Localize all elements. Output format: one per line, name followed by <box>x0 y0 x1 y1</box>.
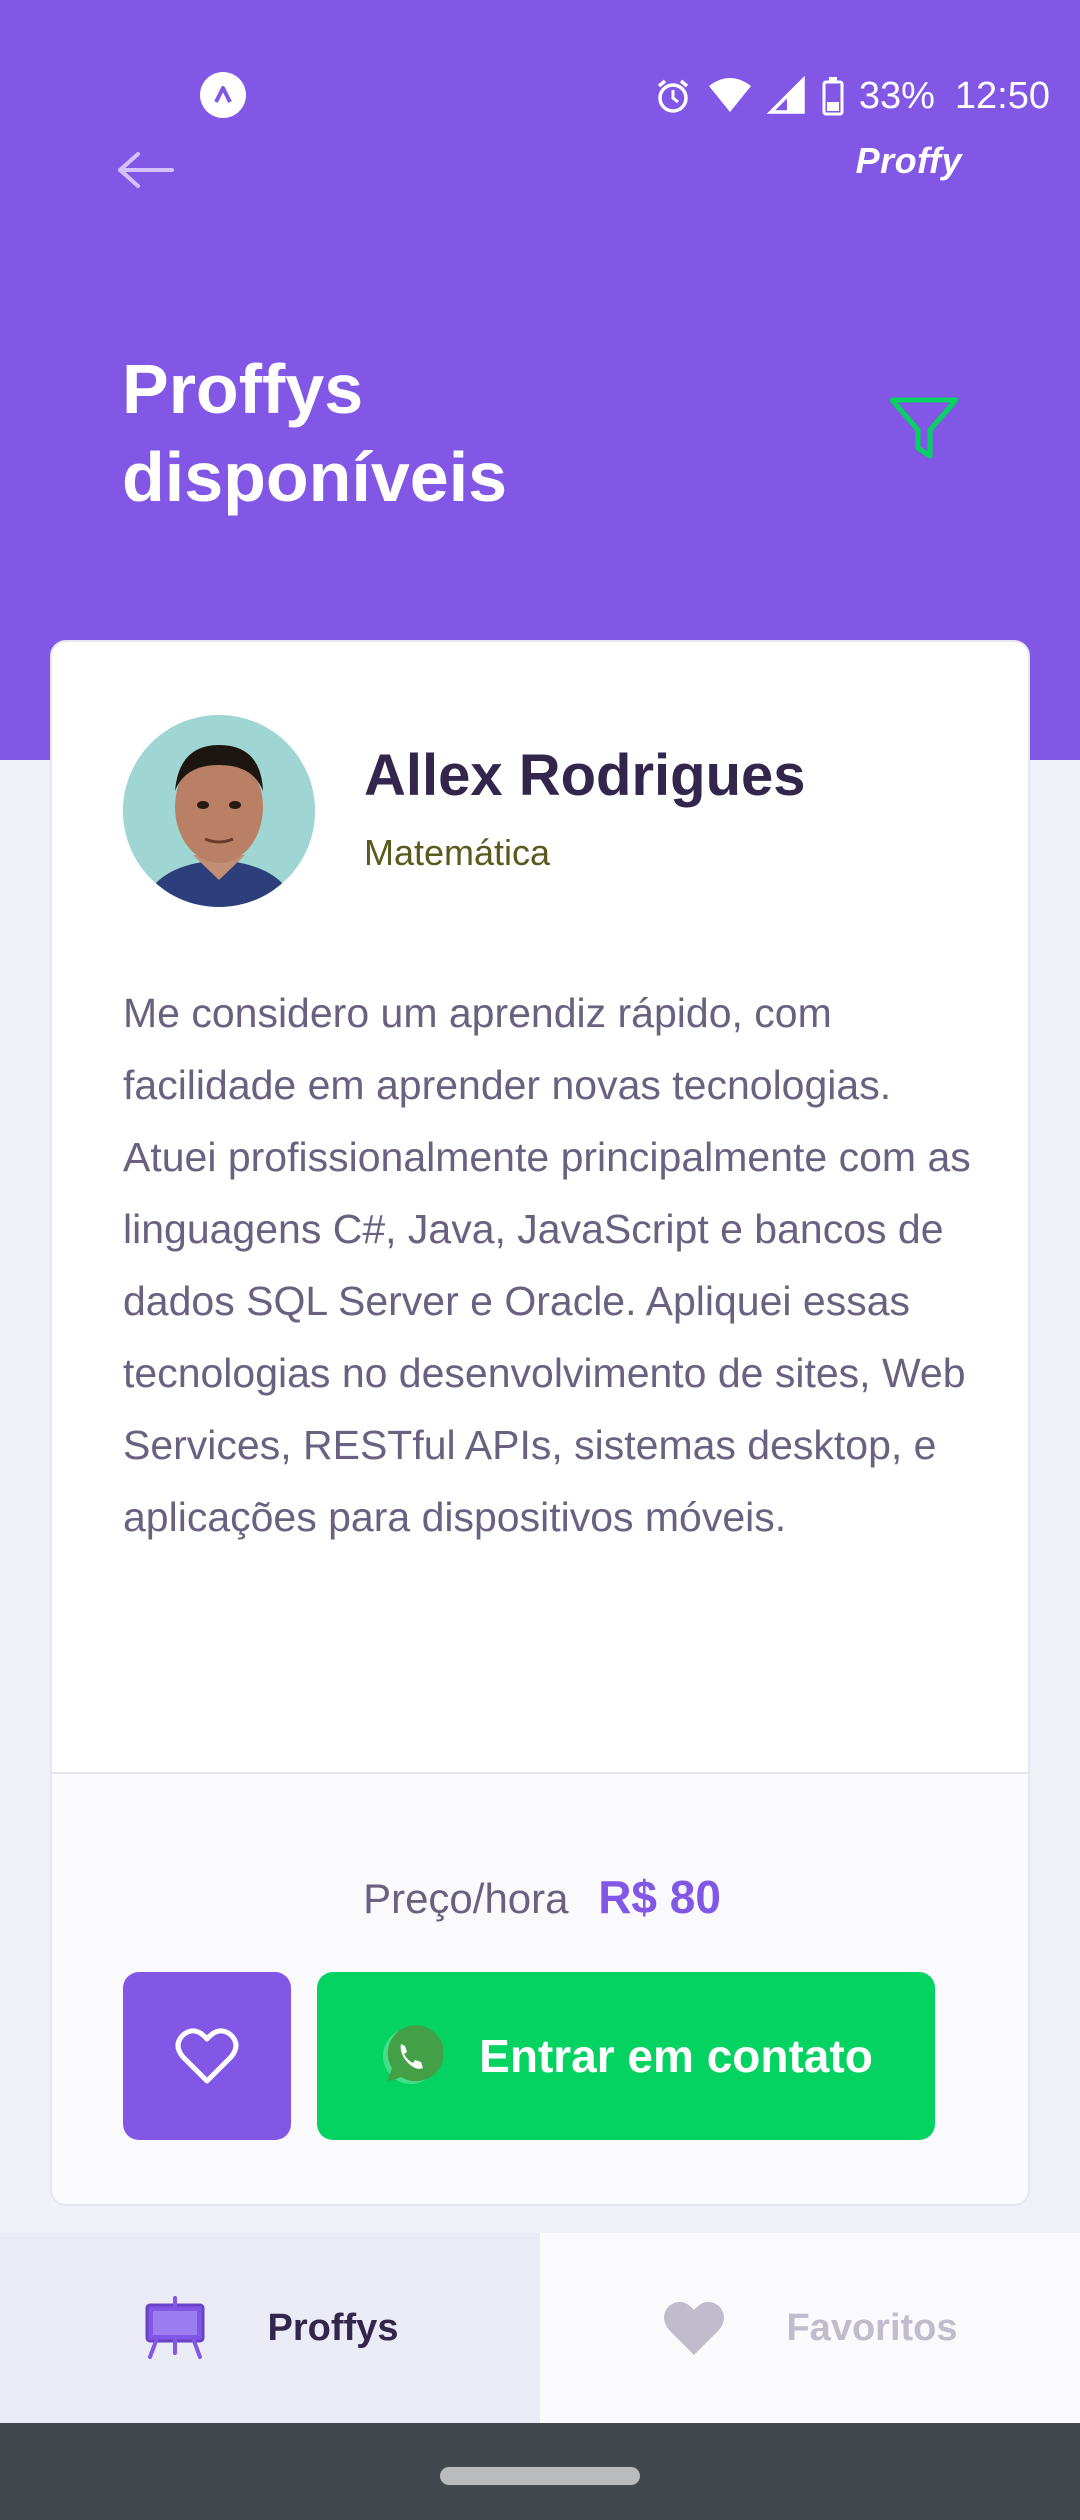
filter-button[interactable] <box>884 390 964 466</box>
favorite-button[interactable] <box>123 1972 291 2140</box>
whatsapp-icon <box>383 2025 444 2084</box>
system-nav-bar <box>0 2423 1080 2520</box>
heart-icon <box>664 2301 725 2355</box>
contact-button[interactable]: Entrar em contato <box>317 1972 935 2140</box>
clock: 12:50 <box>954 74 1050 117</box>
price-label: Preço/hora <box>363 1875 569 1922</box>
bottom-tab-bar: Proffys Favoritos <box>0 2233 1080 2423</box>
arrow-left-icon <box>118 152 174 188</box>
wifi-icon <box>708 78 751 112</box>
card-footer: Preço/hora R$ 80 Entrar em contato <box>52 1772 1028 2204</box>
tab-proffys[interactable]: Proffys <box>0 2233 540 2423</box>
tab-favoritos-label: Favoritos <box>786 2306 958 2349</box>
price-row: Preço/hora R$ 80 <box>52 1870 1028 1924</box>
back-button[interactable] <box>112 145 180 195</box>
alarm-icon <box>657 79 688 113</box>
page-title: Proffys disponíveis <box>122 350 508 516</box>
teacher-bio: Me considero um aprendiz rápido, com fac… <box>123 990 971 1540</box>
app-notification-icon <box>200 72 246 118</box>
tab-proffys-label: Proffys <box>267 2306 399 2349</box>
battery-percent: 33% <box>858 74 935 117</box>
teacher-card: Allex Rodrigues Matemática Me considero … <box>50 640 1030 2206</box>
heart-outline-icon <box>175 2028 239 2084</box>
filter-icon <box>889 397 959 459</box>
signal-icon <box>766 76 805 114</box>
status-bar: 33% 12:50 <box>0 0 1080 120</box>
brand-logo: Proffy <box>855 140 962 181</box>
teacher-name: Allex Rodrigues <box>364 743 806 808</box>
battery-icon <box>822 77 844 116</box>
easel-icon <box>145 2296 205 2359</box>
teacher-subject: Matemática <box>364 832 551 873</box>
avatar <box>123 715 315 907</box>
tab-favoritos[interactable]: Favoritos <box>540 2233 1080 2423</box>
price-value: R$ 80 <box>598 1871 721 1923</box>
contact-button-label: Entrar em contato <box>479 2030 873 2082</box>
home-gesture-bar[interactable] <box>440 2467 640 2485</box>
